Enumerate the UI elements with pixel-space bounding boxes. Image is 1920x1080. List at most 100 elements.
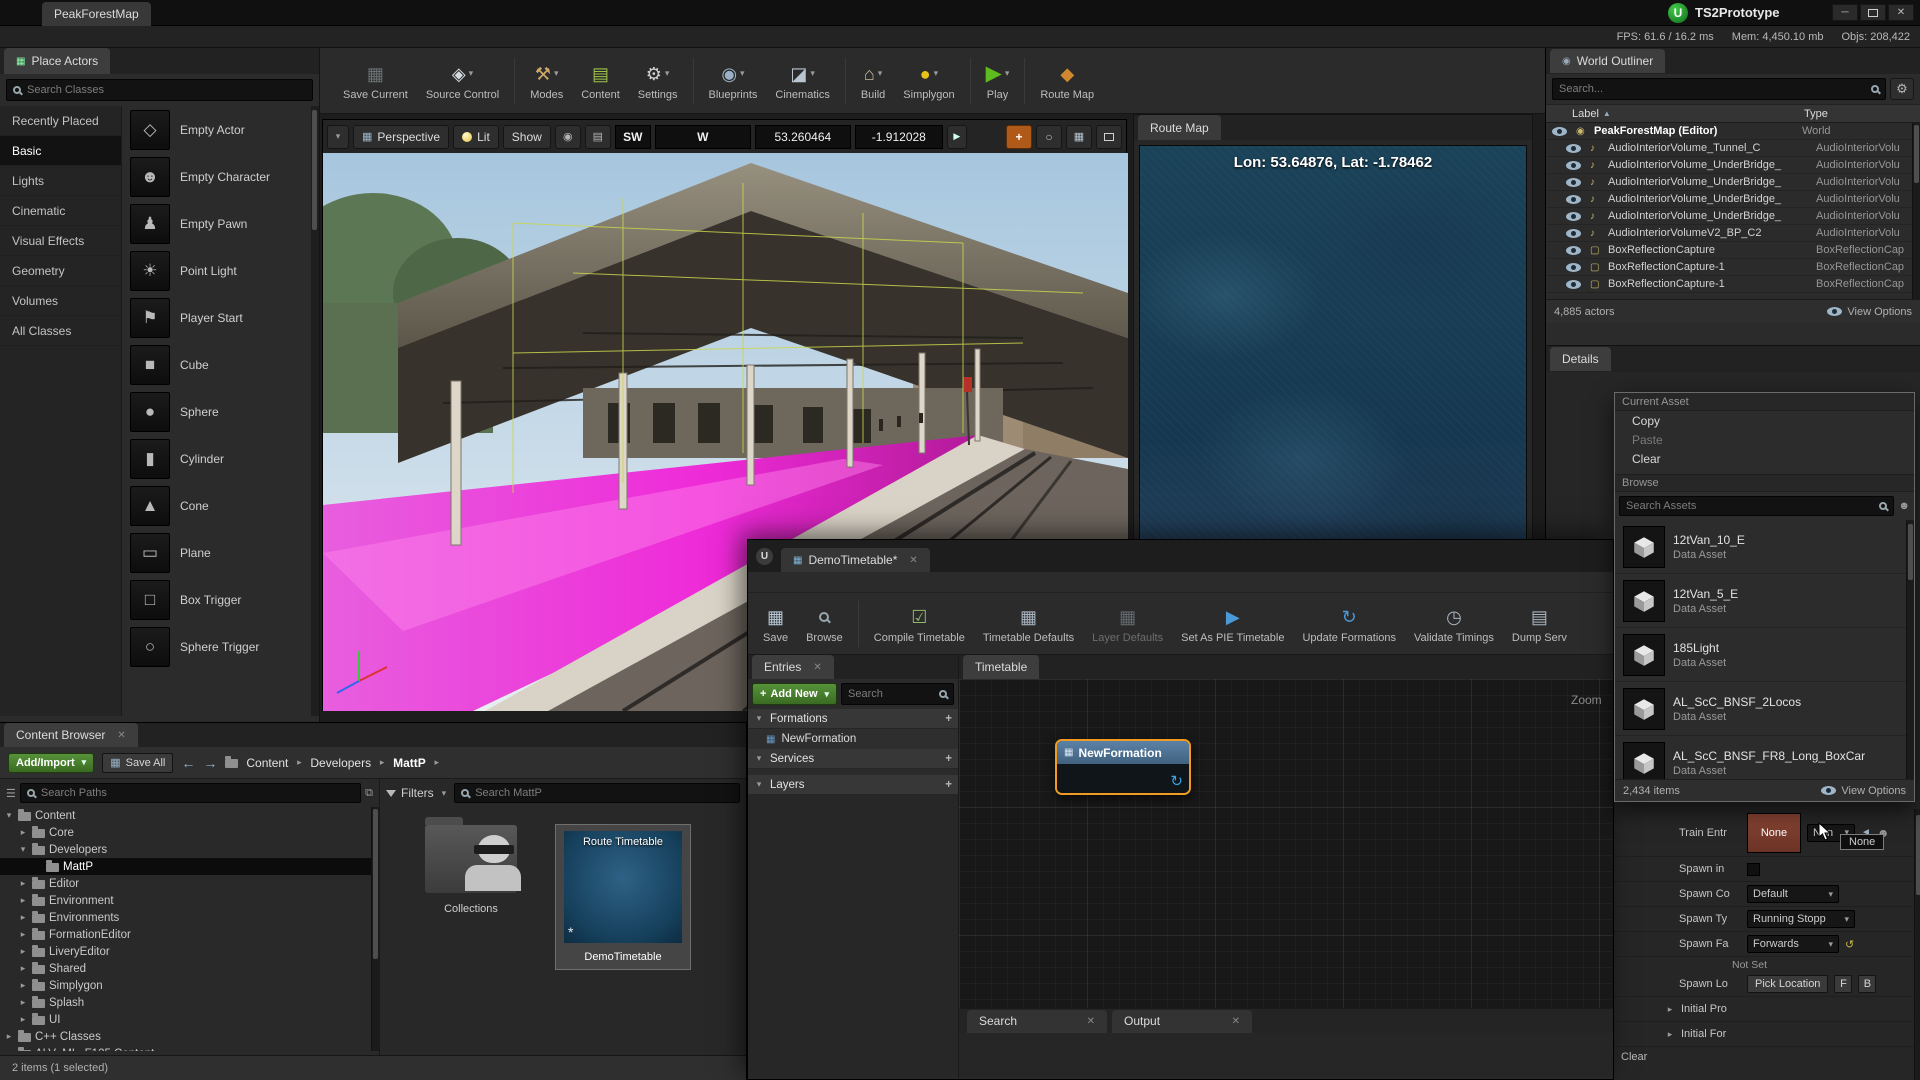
expander-icon[interactable]: ▾	[4, 810, 14, 821]
place-actor-item[interactable]: ○ Sphere Trigger	[122, 623, 311, 670]
layers-section[interactable]: ▾Layers+	[748, 775, 958, 795]
node-body[interactable]: ↻	[1057, 764, 1189, 793]
formation-node[interactable]: ▦ NewFormation ↻	[1055, 739, 1191, 795]
category-item[interactable]: Lights	[0, 166, 121, 196]
train-entry-thumbnail[interactable]: None	[1747, 813, 1801, 853]
dropdown-arrow-icon[interactable]: ▾	[810, 69, 815, 78]
cine-preview-button[interactable]: ▤	[585, 125, 611, 149]
expander-icon[interactable]: ▸	[18, 878, 28, 889]
category-item[interactable]: Visual Effects	[0, 226, 121, 256]
expander-icon[interactable]: ▸	[18, 963, 28, 974]
search-results-tab[interactable]: Search✕	[967, 1010, 1107, 1033]
tree-folder-row[interactable]: ▸ Environments	[0, 909, 379, 926]
asset-row[interactable]: AL_ScC_BNSF_2Locos Data Asset	[1615, 682, 1914, 736]
expander-icon[interactable]: ▸	[1665, 1029, 1675, 1040]
expander-icon[interactable]: ▸	[18, 895, 28, 906]
source-control-button[interactable]: ◈▾Source Control	[417, 57, 508, 105]
node-header[interactable]: ▦ NewFormation	[1057, 741, 1189, 764]
visibility-eye-icon[interactable]	[1566, 263, 1581, 272]
visibility-eye-icon[interactable]	[1552, 127, 1567, 136]
dropdown-arrow-icon[interactable]: ▾	[740, 69, 745, 78]
level-tab[interactable]: PeakForestMap	[42, 2, 151, 26]
actor-thumbnail[interactable]: ⚑	[130, 298, 170, 338]
b-button[interactable]: B	[1858, 975, 1876, 993]
place-actor-item[interactable]: ◇ Empty Actor	[122, 106, 311, 153]
expander-icon[interactable]: ▸	[18, 997, 28, 1008]
expander-icon[interactable]: ▸	[18, 912, 28, 923]
expander-icon[interactable]: ▸	[18, 980, 28, 991]
goto-coordinate-button[interactable]: ▶	[947, 125, 967, 149]
visibility-eye-icon[interactable]	[1566, 280, 1581, 289]
outliner-row[interactable]: ♪ AudioInteriorVolume_UnderBridge_ Audio…	[1546, 191, 1920, 208]
sources-toggle-icon[interactable]: ☰	[6, 787, 16, 800]
timetable-doc-tab[interactable]: ▦DemoTimetable*✕	[781, 548, 930, 572]
expander-icon[interactable]: ▸	[1665, 1004, 1675, 1015]
place-actor-item[interactable]: ⚑ Player Start	[122, 294, 311, 341]
outliner-row[interactable]: ▢ BoxReflectionCapture-1 BoxReflectionCa…	[1546, 259, 1920, 276]
add-import-button[interactable]: Add/Import▾	[8, 753, 94, 773]
place-actor-item[interactable]: ☻ Empty Character	[122, 153, 311, 200]
settings-button[interactable]: ⚙▾Settings	[629, 57, 687, 105]
spawn-facing-dropdown[interactable]: Forwards▾	[1747, 935, 1839, 953]
search-assets-box[interactable]	[1619, 496, 1894, 516]
timetable-titlebar[interactable]: U ▦DemoTimetable*✕	[748, 540, 1613, 572]
dropdown-arrow-icon[interactable]: ▾	[878, 69, 883, 78]
tree-folder-row[interactable]: ▸ C++ Classes	[0, 1028, 379, 1045]
actor-thumbnail[interactable]: ▲	[130, 486, 170, 526]
spawn-in-checkbox[interactable]	[1747, 863, 1760, 876]
place-actor-item[interactable]: ● Sphere	[122, 388, 311, 435]
dropdown-arrow-icon[interactable]: ▾	[554, 69, 559, 78]
outliner-row[interactable]: ♪ AudioInteriorVolumeV2_BP_C2 AudioInter…	[1546, 225, 1920, 242]
viewport-options-button[interactable]: ▾	[327, 125, 349, 149]
formation-item[interactable]: ▦NewFormation	[748, 729, 958, 749]
minimize-button[interactable]: ─	[1832, 4, 1858, 21]
search-classes-input[interactable]	[27, 84, 306, 96]
maximize-button[interactable]	[1860, 4, 1886, 21]
simplygon-button[interactable]: ●▾Simplygon	[894, 57, 963, 105]
back-button[interactable]: ←	[181, 755, 195, 771]
tree-folder-row[interactable]: ▸ Shared	[0, 960, 379, 977]
category-item[interactable]: Basic	[0, 136, 121, 166]
expander-icon[interactable]: ▾	[754, 713, 764, 724]
pick-location-button[interactable]: Pick Location	[1747, 975, 1828, 993]
place-actors-search[interactable]	[6, 79, 313, 101]
expander-icon[interactable]: ▸	[18, 1014, 28, 1025]
entries-tab[interactable]: Entries✕	[752, 655, 834, 679]
asset-row[interactable]: 12tVan_10_E Data Asset	[1615, 520, 1914, 574]
build-button[interactable]: ⌂▾Build	[852, 57, 894, 105]
clear-button[interactable]: Clear	[1621, 1051, 1647, 1063]
expander-icon[interactable]: ▾	[754, 779, 764, 790]
add-new-button[interactable]: +Add New▾	[752, 683, 837, 705]
camera-speed-button[interactable]: ◉	[555, 125, 581, 149]
layer-defaults-button[interactable]: ▦Layer Defaults	[1083, 600, 1172, 648]
view-options-button[interactable]: View Options	[1841, 785, 1906, 797]
expander-icon[interactable]: ▾	[754, 753, 764, 764]
tree-folder-row[interactable]: ▸ ALV_ML_F125 Content	[0, 1045, 379, 1051]
collections-folder-tile[interactable]: Collections	[416, 825, 526, 915]
outliner-search[interactable]	[1552, 78, 1886, 100]
update-formations-button[interactable]: ↻Update Formations	[1293, 600, 1405, 648]
formations-section[interactable]: ▾Formations+	[748, 709, 958, 729]
category-item[interactable]: Volumes	[0, 286, 121, 316]
place-actor-item[interactable]: ▭ Plane	[122, 529, 311, 576]
category-item[interactable]: All Classes	[0, 316, 121, 346]
breadcrumb-developers[interactable]: Developers	[310, 756, 371, 770]
world-space-button[interactable]: ○	[1036, 125, 1062, 149]
scrollbar-thumb[interactable]	[1916, 815, 1920, 895]
reset-to-default-icon[interactable]: ↺	[1845, 938, 1854, 951]
close-icon[interactable]: ✕	[117, 730, 125, 741]
dropdown-arrow-icon[interactable]: ▾	[665, 69, 670, 78]
tree-folder-row[interactable]: ▸ LiveryEditor	[0, 943, 379, 960]
visibility-eye-icon[interactable]	[1566, 195, 1581, 204]
outliner-row[interactable]: ♪ AudioInteriorVolume_UnderBridge_ Audio…	[1546, 157, 1920, 174]
expander-icon[interactable]: ▸	[18, 929, 28, 940]
actor-thumbnail[interactable]: ■	[130, 345, 170, 385]
expander-icon[interactable]: ▸	[18, 946, 28, 957]
close-icon[interactable]: ✕	[1232, 1016, 1240, 1027]
visibility-eye-icon[interactable]	[1566, 161, 1581, 170]
route-map-tab[interactable]: Route Map	[1138, 115, 1221, 140]
spawn-type-dropdown[interactable]: Running Stopp▾	[1747, 910, 1855, 928]
outliner-row[interactable]: ♪ AudioInteriorVolume_UnderBridge_ Audio…	[1546, 174, 1920, 191]
entries-search-input[interactable]	[848, 688, 933, 700]
blueprints-button[interactable]: ◉▾Blueprints	[700, 57, 767, 105]
